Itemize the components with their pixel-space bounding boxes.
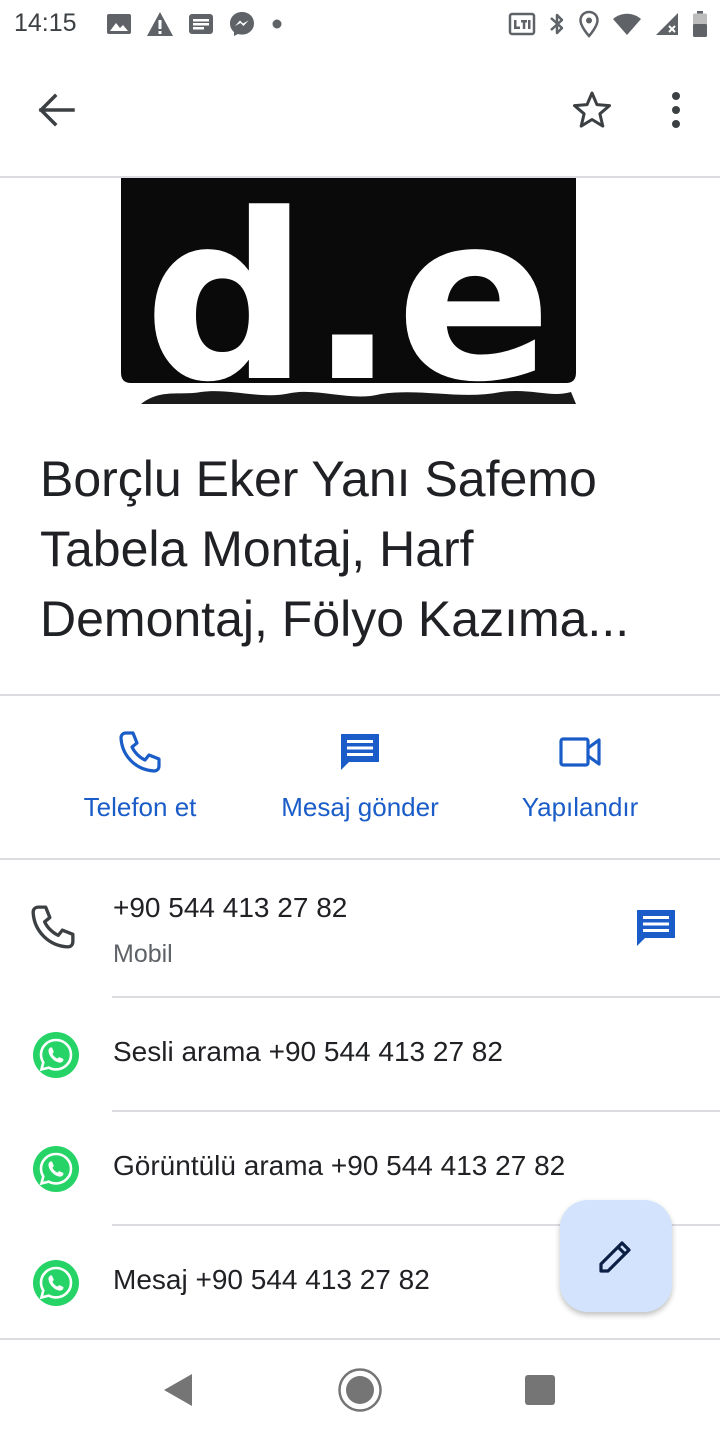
send-sms-button[interactable]: [622, 894, 690, 962]
news-icon: [189, 14, 213, 34]
location-icon: [579, 10, 599, 38]
nav-home-button[interactable]: [328, 1358, 392, 1422]
volte-icon: [508, 12, 536, 36]
whatsapp-icon: [33, 1260, 79, 1306]
contact-photo: d.e: [121, 178, 576, 404]
whatsapp-voice-call-label: Sesli arama +90 544 413 27 82: [113, 1036, 503, 1067]
app-bar: [0, 50, 720, 176]
image-icon: [107, 14, 131, 34]
star-outline-icon: [573, 91, 611, 128]
status-notification-icons: [106, 10, 284, 38]
contact-logo-image: d.e: [121, 178, 576, 404]
contact-logo-text: d.e: [144, 178, 552, 404]
video-action-button[interactable]: Yapılandır: [480, 696, 680, 858]
phone-number: +90 544 413 27 82: [113, 892, 348, 923]
dot-icon: [272, 19, 282, 29]
nav-back-button[interactable]: [146, 1358, 210, 1422]
whatsapp-icon: [33, 1032, 79, 1078]
nav-recents-button[interactable]: [508, 1358, 572, 1422]
back-arrow-icon: [38, 93, 75, 127]
nav-recents-icon: [525, 1375, 555, 1405]
phone-type: Mobil: [113, 940, 173, 968]
video-action-label: Yapılandır: [521, 792, 639, 822]
call-action-label: Telefon et: [83, 792, 197, 822]
back-button[interactable]: [20, 74, 92, 146]
status-time: 14:15: [14, 9, 77, 37]
bluetooth-icon: [550, 13, 564, 35]
signal-icon: [656, 13, 678, 35]
warning-icon: [147, 12, 173, 36]
quick-actions: Telefon et Mesaj gönder Yapılandır: [0, 696, 720, 858]
phone-icon: [31, 905, 75, 949]
message-icon: [637, 910, 675, 946]
wifi-icon: [613, 13, 641, 35]
whatsapp-voice-call-row[interactable]: Sesli arama +90 544 413 27 82: [0, 998, 720, 1110]
system-navigation-bar: [0, 1340, 720, 1440]
phone-number-row[interactable]: +90 544 413 27 82 Mobil: [0, 860, 720, 996]
nav-back-icon: [164, 1374, 192, 1406]
message-action-label: Mesaj gönder: [281, 792, 439, 822]
favorite-button[interactable]: [556, 74, 628, 146]
battery-icon: [693, 11, 707, 37]
edit-contact-fab[interactable]: [560, 1200, 672, 1312]
more-options-button[interactable]: [640, 74, 712, 146]
contact-name: Borçlu Eker Yanı Safemo Tabela Montaj, H…: [40, 451, 630, 647]
status-system-icons: [508, 10, 708, 38]
call-action-button[interactable]: Telefon et: [40, 696, 240, 858]
edit-pencil-icon: [599, 1241, 631, 1273]
nav-home-icon: [338, 1368, 382, 1412]
whatsapp-message-label: Mesaj +90 544 413 27 82: [113, 1264, 430, 1295]
message-action-button[interactable]: Mesaj gönder: [250, 696, 470, 858]
whatsapp-icon: [33, 1146, 79, 1192]
whatsapp-video-call-label: Görüntülü arama +90 544 413 27 82: [113, 1150, 566, 1181]
messenger-icon: [230, 12, 254, 36]
more-vert-icon: [672, 92, 680, 128]
phone-icon: [119, 731, 161, 773]
video-call-icon: [559, 737, 601, 767]
message-icon: [341, 734, 379, 770]
status-bar: 14:15: [0, 0, 720, 50]
